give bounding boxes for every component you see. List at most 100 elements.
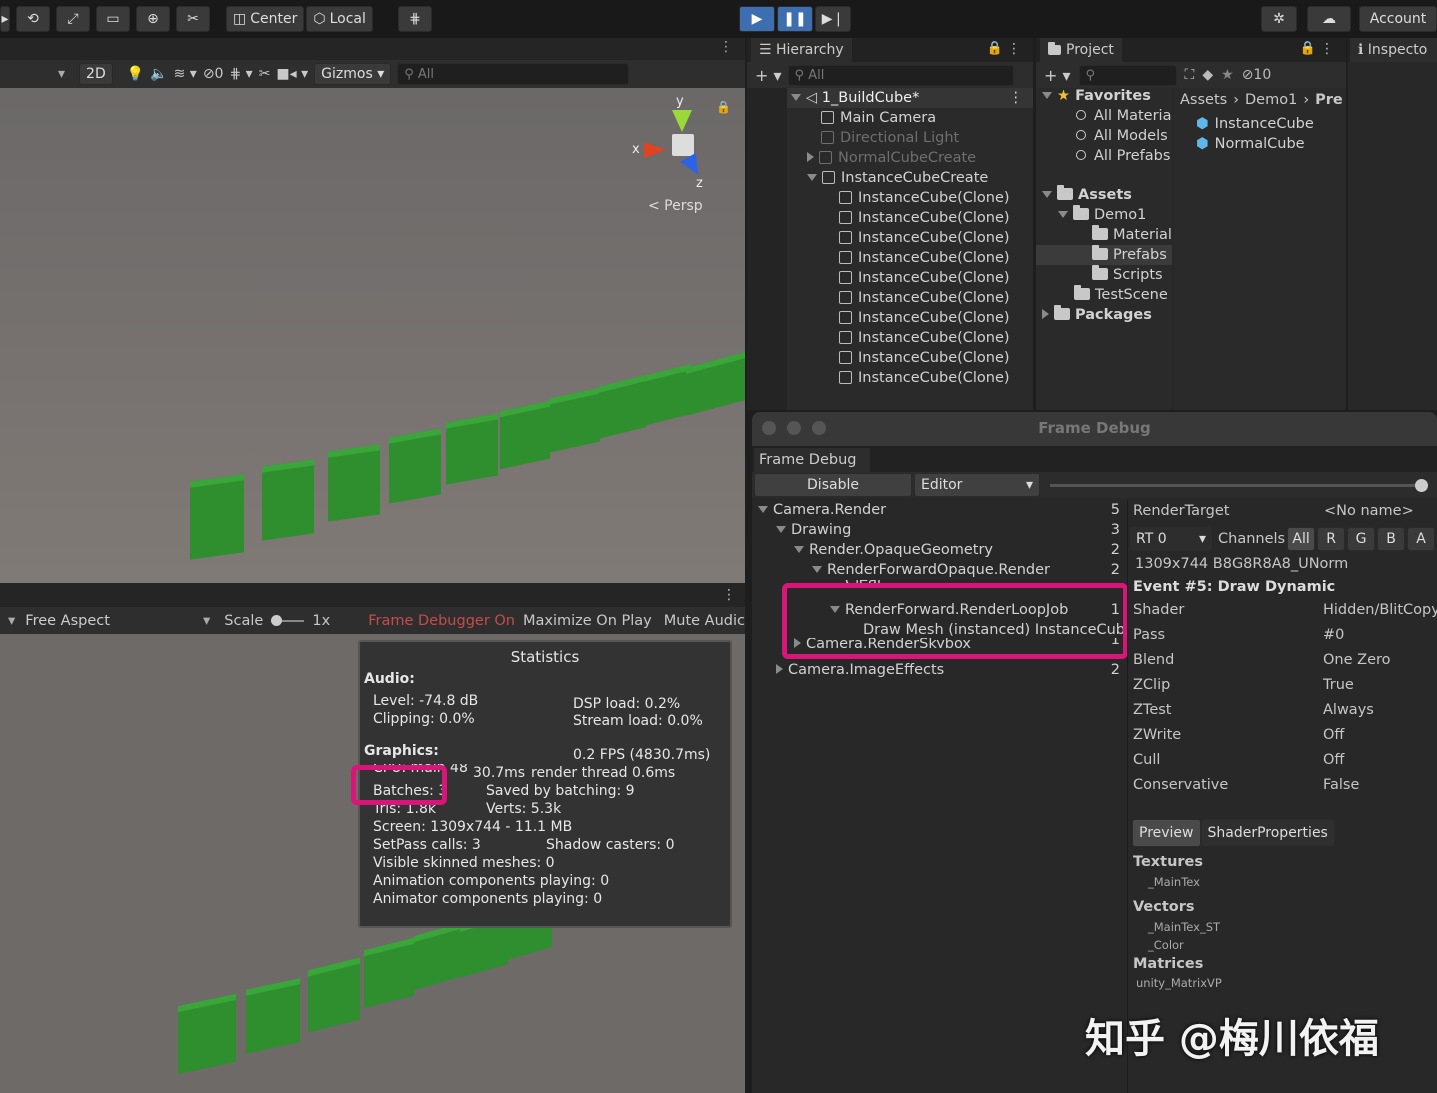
- cube-9[interactable]: [643, 364, 691, 426]
- x-cone-icon[interactable]: [644, 142, 666, 158]
- expand-arrow-icon[interactable]: [1042, 92, 1052, 99]
- hierarchy-item-main-camera[interactable]: Main Camera: [787, 108, 1033, 128]
- game-viewport[interactable]: Statistics Audio: Level: -74.8 dB Clippi…: [0, 634, 745, 1093]
- project-more-icon[interactable]: ⋮: [1320, 41, 1334, 57]
- frame-debug-tab[interactable]: Frame Debug: [754, 448, 871, 472]
- cube-1[interactable]: [190, 474, 244, 560]
- rect-tool-icon[interactable]: ▭: [96, 6, 130, 32]
- scene-orientation-gizmo[interactable]: y x z < Persp: [630, 94, 726, 214]
- hierarchy-item-instancecube-clone[interactable]: InstanceCube(Clone): [787, 368, 1033, 388]
- y-cone-icon[interactable]: [672, 110, 692, 132]
- expand-arrow-icon[interactable]: [807, 174, 817, 181]
- cube-3[interactable]: [328, 444, 380, 522]
- breadcrumb-assets[interactable]: Assets: [1180, 92, 1227, 108]
- slider-thumb[interactable]: [271, 614, 283, 626]
- filter-label-icon[interactable]: ◆: [1202, 67, 1213, 83]
- mute-audio-toggle[interactable]: Mute Audic: [664, 613, 745, 629]
- hierarchy-item-instancecube-clone[interactable]: InstanceCube(Clone): [787, 288, 1033, 308]
- grid-icon[interactable]: ⋕ ▾: [229, 66, 252, 82]
- rt-dropdown[interactable]: RT 0 ▾: [1130, 527, 1212, 551]
- expand-arrow-icon[interactable]: [794, 546, 804, 553]
- hierarchy-item-instancecube-clone[interactable]: InstanceCube(Clone): [787, 328, 1033, 348]
- material-folder[interactable]: Material: [1036, 225, 1172, 245]
- frame-event-row[interactable]: Camera.ImageEffects 2: [752, 660, 1126, 680]
- frame-event-row[interactable]: Render.OpaqueGeometry 2: [752, 540, 1126, 560]
- maximize-on-play-toggle[interactable]: Maximize On Play: [523, 613, 652, 629]
- hierarchy-more-icon[interactable]: ⋮: [1007, 41, 1021, 57]
- favorite-star-icon[interactable]: ★: [1221, 67, 1234, 83]
- prefabs-folder[interactable]: Prefabs: [1036, 245, 1172, 265]
- pivot-center-button[interactable]: ◫ Center: [226, 6, 305, 32]
- hierarchy-item-instancecube-clone[interactable]: InstanceCube(Clone): [787, 248, 1033, 268]
- channel-g-button[interactable]: G: [1347, 527, 1376, 551]
- hidden-icon[interactable]: ⊘0: [203, 66, 224, 82]
- project-search-input[interactable]: ⚲: [1078, 64, 1177, 86]
- expand-arrow-icon[interactable]: [1058, 211, 1068, 218]
- hierarchy-search-input[interactable]: ⚲ All: [787, 64, 1014, 86]
- transform-tool-icon[interactable]: ⊕: [136, 6, 170, 32]
- move-tool-icon[interactable]: ▸: [0, 6, 10, 32]
- scene-more-icon[interactable]: ⋮: [1009, 88, 1024, 108]
- breadcrumb-prefabs[interactable]: Pre: [1315, 92, 1343, 108]
- frame-debugger-toggle[interactable]: Frame Debugger On: [368, 613, 515, 629]
- favorite-all-prefabs[interactable]: All Prefabs: [1036, 146, 1172, 166]
- hidden-packages-icon[interactable]: ⊘10: [1242, 67, 1272, 83]
- scene-search-input[interactable]: ⚲ All: [397, 63, 630, 85]
- asset-instancecube[interactable]: ⬢ InstanceCube: [1174, 114, 1346, 134]
- disable-button[interactable]: Disable: [754, 473, 912, 497]
- scale-slider[interactable]: [271, 614, 305, 626]
- create-button[interactable]: + ▾: [755, 66, 782, 85]
- hierarchy-item-instancecube-clone[interactable]: InstanceCube(Clone): [787, 208, 1033, 228]
- aspect-dropdown[interactable]: Free Aspect ▾: [25, 613, 210, 629]
- cube-4[interactable]: [389, 428, 441, 504]
- hierarchy-item-instancecubecreate[interactable]: InstanceCubeCreate: [787, 168, 1033, 188]
- custom-tool-icon[interactable]: ✂: [176, 6, 210, 32]
- hierarchy-item-normalcubecreate[interactable]: NormalCubeCreate: [787, 148, 1033, 168]
- frame-event-row[interactable]: Camera.Render 5: [752, 500, 1126, 520]
- favorite-all-materials[interactable]: All Materia: [1036, 106, 1172, 126]
- persp-label[interactable]: < Persp: [648, 198, 703, 214]
- hierarchy-item-instancecube-clone[interactable]: InstanceCube(Clone): [787, 348, 1033, 368]
- game-more-icon[interactable]: ⋮: [722, 587, 736, 603]
- scripts-folder[interactable]: Scripts: [1036, 265, 1172, 285]
- collab-icon[interactable]: ✲: [1261, 6, 1297, 32]
- hierarchy-item-directional-light[interactable]: Directional Light: [787, 128, 1033, 148]
- account-button[interactable]: Account: [1359, 6, 1437, 32]
- effects-icon[interactable]: ≋ ▾: [174, 66, 197, 82]
- preview-tab[interactable]: Preview: [1132, 819, 1201, 847]
- expand-arrow-icon[interactable]: [1042, 309, 1049, 319]
- expand-arrow-icon[interactable]: [1042, 191, 1052, 198]
- target-dropdown[interactable]: Editor ▾: [914, 473, 1040, 497]
- more-icon[interactable]: ⋮: [719, 39, 733, 55]
- collapse-arrow-icon[interactable]: [776, 664, 783, 674]
- cube-10[interactable]: [686, 352, 745, 416]
- project-tab[interactable]: Project: [1040, 38, 1122, 62]
- project-create-button[interactable]: + ▾: [1044, 66, 1071, 85]
- 2d-toggle[interactable]: 2D: [79, 63, 113, 85]
- expand-arrow-icon[interactable]: [776, 526, 786, 533]
- lock-icon[interactable]: 🔒: [716, 100, 731, 114]
- tools-icon[interactable]: ✂: [259, 66, 271, 82]
- cube-7[interactable]: [550, 387, 600, 453]
- rotate-tool-icon[interactable]: ⟲: [16, 6, 50, 32]
- camera-icon[interactable]: ■◂ ▾: [276, 66, 308, 82]
- favorites-header[interactable]: ★ Favorites: [1036, 86, 1172, 106]
- gizmo-cube-icon[interactable]: [672, 134, 694, 156]
- cube-6[interactable]: [500, 400, 550, 470]
- cube-8[interactable]: [598, 375, 646, 439]
- display-dropdown[interactable]: ▾: [8, 613, 15, 629]
- frame-event-row[interactable]: RenderForwardOpaque.Render 2: [752, 560, 1126, 580]
- hierarchy-item-instancecube-clone[interactable]: InstanceCube(Clone): [787, 268, 1033, 288]
- expand-arrow-icon[interactable]: [812, 566, 822, 573]
- hierarchy-item-instancecube-clone[interactable]: InstanceCube(Clone): [787, 188, 1033, 208]
- favorite-all-models[interactable]: All Models: [1036, 126, 1172, 146]
- cube-2[interactable]: [262, 459, 314, 541]
- hierarchy-item-instancecube-clone[interactable]: InstanceCube(Clone): [787, 308, 1033, 328]
- channel-b-button[interactable]: B: [1377, 527, 1406, 551]
- filter-type-icon[interactable]: ⛶: [1185, 67, 1195, 83]
- scale-tool-icon[interactable]: ⤢: [56, 6, 90, 32]
- inspector-tab[interactable]: ℹ Inspecto: [1350, 38, 1437, 62]
- shading-dropdown[interactable]: ▾: [58, 66, 65, 82]
- scene-viewport[interactable]: y x z < Persp 🔒: [0, 88, 745, 583]
- hierarchy-lock-icon[interactable]: 🔒: [987, 41, 1003, 56]
